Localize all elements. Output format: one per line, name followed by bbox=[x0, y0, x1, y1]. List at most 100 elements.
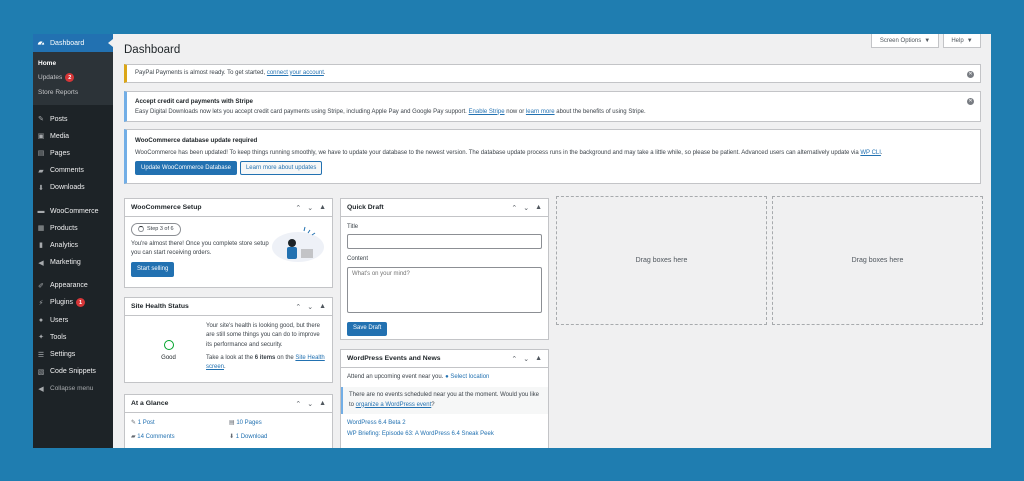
dismiss-paypal-notice-icon[interactable]: ✕ bbox=[967, 71, 974, 78]
menu-settings[interactable]: ☰ Settings bbox=[33, 346, 113, 363]
glance-downloads-link[interactable]: ⬇ 1 Download bbox=[229, 433, 327, 442]
menu-appearance[interactable]: ✐ Appearance bbox=[33, 277, 113, 294]
submenu-home-label: Home bbox=[38, 59, 57, 67]
stripe-notice: Accept credit card payments with Stripe … bbox=[124, 91, 981, 122]
updates-count-badge: 2 bbox=[65, 73, 75, 83]
menu-analytics[interactable]: ▮ Analytics bbox=[33, 237, 113, 254]
step-progress-pill: Step 3 of 6 bbox=[131, 223, 181, 236]
move-up-icon[interactable]: ⌃ bbox=[295, 303, 301, 311]
toggle-panel-icon[interactable]: ▲ bbox=[535, 355, 542, 363]
help-button[interactable]: Help ▼ bbox=[943, 34, 981, 48]
save-draft-button[interactable]: Save Draft bbox=[347, 321, 388, 336]
woo-db-title: WooCommerce database update required bbox=[135, 137, 258, 144]
menu-code-snippets[interactable]: ▧ Code Snippets bbox=[33, 363, 113, 380]
organize-event-link[interactable]: organize a WordPress event bbox=[356, 402, 432, 408]
start-selling-button[interactable]: Start selling bbox=[131, 262, 175, 278]
dashboard-submenu: Home Updates 2 Store Reports bbox=[33, 52, 113, 105]
move-down-icon[interactable]: ⌄ bbox=[307, 303, 313, 311]
submenu-home[interactable]: Home bbox=[33, 56, 113, 71]
connect-account-link[interactable]: connect your account bbox=[267, 70, 324, 76]
menu-woocommerce[interactable]: ▬ WooCommerce bbox=[33, 202, 113, 219]
site-health-box: Site Health Status ⌃ ⌄ ▲ Good Your site's h… bbox=[124, 297, 333, 383]
toggle-panel-icon[interactable]: ▲ bbox=[319, 204, 326, 212]
pushpin-icon: ✎ bbox=[38, 116, 44, 124]
screen-options-button[interactable]: Screen Options ▼ bbox=[871, 34, 939, 48]
menu-tools[interactable]: ✦ Tools bbox=[33, 329, 113, 346]
no-events-notice: There are no events scheduled near you a… bbox=[341, 387, 548, 414]
stripe-mid: now or bbox=[504, 108, 526, 115]
drag-boxes-zone-2[interactable]: Drag boxes here bbox=[772, 196, 983, 325]
events-attend-text: Attend an upcoming event near you. ● Sel… bbox=[347, 373, 542, 382]
wrench-icon: ✦ bbox=[38, 334, 44, 342]
submenu-store-reports[interactable]: Store Reports bbox=[33, 85, 113, 100]
health-status-label: Good bbox=[161, 354, 176, 361]
drag-boxes-zone-1[interactable]: Drag boxes here bbox=[556, 196, 767, 325]
health-text-2a: Take a look at the bbox=[206, 354, 255, 361]
menu-marketing[interactable]: ◀ Marketing bbox=[33, 254, 113, 271]
move-up-icon[interactable]: ⌃ bbox=[295, 400, 301, 408]
menu-products[interactable]: ▦ Products bbox=[33, 220, 113, 237]
at-a-glance-box: At a Glance ⌃ ⌄ ▲ ✎ 1 Post ▤ 10 Pages ▰ 14 … bbox=[124, 394, 333, 448]
collapse-menu-label: Collapse menu bbox=[50, 385, 94, 393]
glance-comments-link[interactable]: ▰ 14 Comments bbox=[131, 433, 229, 442]
enable-stripe-link[interactable]: Enable Stripe bbox=[469, 109, 505, 115]
menu-dashboard-label: Dashboard bbox=[50, 39, 85, 47]
menu-comments[interactable]: ▰ Comments bbox=[33, 162, 113, 179]
drag-boxes-label: Drag boxes here bbox=[635, 257, 688, 264]
glance-posts-link[interactable]: ✎ 1 Post bbox=[131, 419, 229, 428]
menu-comments-label: Comments bbox=[50, 167, 84, 175]
collapse-menu-button[interactable]: ◀ Collapse menu bbox=[33, 380, 113, 397]
woo-db-text: WooCommerce has been updated! To keep th… bbox=[135, 149, 972, 159]
move-down-icon[interactable]: ⌄ bbox=[307, 204, 313, 212]
stripe-text: Easy Digital Downloads now lets you acce… bbox=[135, 108, 469, 115]
menu-posts[interactable]: ✎ Posts bbox=[33, 111, 113, 128]
learn-more-stripe-link[interactable]: learn more bbox=[526, 109, 555, 115]
move-down-icon[interactable]: ⌄ bbox=[523, 204, 529, 212]
move-up-icon[interactable]: ⌃ bbox=[511, 204, 517, 212]
move-down-icon[interactable]: ⌄ bbox=[523, 355, 529, 363]
woo-setup-text: You're almost there! Once you complete s… bbox=[131, 240, 269, 256]
menu-analytics-label: Analytics bbox=[50, 241, 79, 249]
menu-dashboard[interactable]: Dashboard bbox=[33, 34, 113, 52]
wp-admin-window: Dashboard Home Updates 2 Store Reports ✎ P… bbox=[33, 34, 991, 448]
menu-plugins[interactable]: ⚡ Plugins 1 bbox=[33, 294, 113, 311]
submenu-updates[interactable]: Updates 2 bbox=[33, 71, 113, 86]
move-up-icon[interactable]: ⌃ bbox=[295, 204, 301, 212]
move-down-icon[interactable]: ⌄ bbox=[307, 400, 313, 408]
toggle-panel-icon[interactable]: ▲ bbox=[319, 400, 326, 408]
pages-icon: ▤ bbox=[37, 150, 45, 158]
toggle-panel-icon[interactable]: ▲ bbox=[535, 204, 542, 212]
draft-content-textarea[interactable] bbox=[347, 266, 542, 313]
news-item-1[interactable]: WordPress 6.4 Beta 2 bbox=[347, 418, 542, 429]
woocommerce-setup-box: WooCommerce Setup ⌃ ⌄ ▲ Step 3 of 6 You're … bbox=[124, 198, 333, 288]
paintbrush-icon: ✐ bbox=[38, 282, 44, 290]
move-up-icon[interactable]: ⌃ bbox=[511, 355, 517, 363]
menu-downloads[interactable]: ⬇ Downloads bbox=[33, 179, 113, 196]
menu-settings-label: Settings bbox=[50, 351, 76, 359]
code-snippets-icon: ▧ bbox=[37, 368, 45, 376]
setup-illustration-icon bbox=[272, 226, 324, 262]
draft-title-input[interactable] bbox=[347, 234, 542, 250]
dashboard-gauge-icon bbox=[37, 39, 45, 47]
toggle-panel-icon[interactable]: ▲ bbox=[319, 303, 326, 311]
stripe-notice-text: Easy Digital Downloads now lets you acce… bbox=[135, 108, 972, 118]
menu-media-label: Media bbox=[50, 132, 70, 140]
menu-users[interactable]: ● Users bbox=[33, 312, 113, 329]
menu-pages[interactable]: ▤ Pages bbox=[33, 145, 113, 162]
megaphone-icon: ◀ bbox=[38, 259, 44, 267]
user-icon: ● bbox=[38, 316, 44, 324]
wp-cli-link[interactable]: WP CLI bbox=[860, 150, 881, 156]
stripe-end: about the benefits of using Stripe. bbox=[554, 108, 646, 115]
draft-content-label: Content bbox=[347, 256, 369, 263]
glance-downloads-label: 1 Download bbox=[235, 434, 268, 441]
paypal-notice: PayPal Payments is almost ready. To get … bbox=[124, 64, 981, 83]
news-item-2[interactable]: WP Briefing: Episode 63: A WordPress 6.4… bbox=[347, 429, 542, 440]
select-location-link[interactable]: Select location bbox=[450, 374, 489, 380]
dismiss-stripe-notice-icon[interactable]: ✕ bbox=[967, 98, 974, 105]
glance-pages-link[interactable]: ▤ 10 Pages bbox=[229, 419, 327, 428]
menu-media[interactable]: ▣ Media bbox=[33, 128, 113, 145]
woo-db-end: . bbox=[880, 149, 883, 156]
caret-down-icon: ▼ bbox=[966, 37, 973, 44]
update-woocommerce-database-button[interactable]: Update WooCommerce Database bbox=[135, 161, 237, 176]
learn-more-updates-button[interactable]: Learn more about updates bbox=[239, 161, 323, 176]
